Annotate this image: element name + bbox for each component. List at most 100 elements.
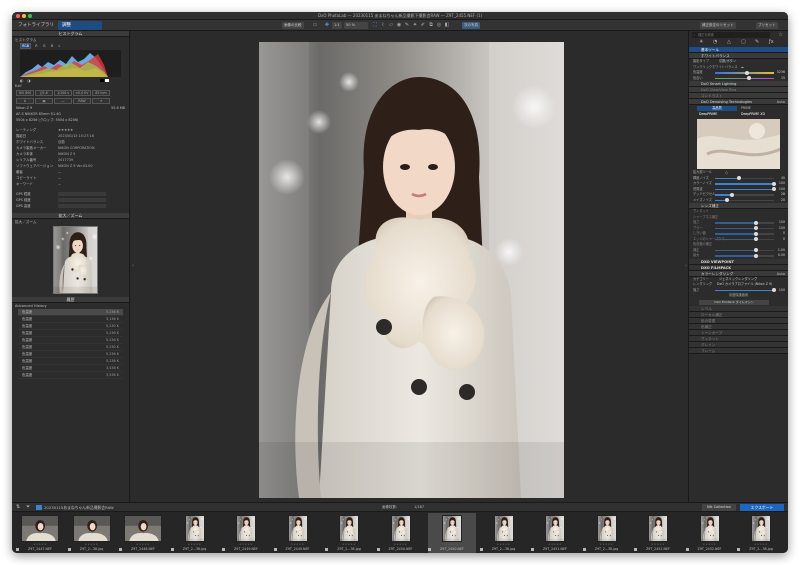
filmstrip-thumbnail[interactable]: ★★★★★ Z9T_2...38.jpg [582, 513, 631, 553]
filmstrip-thumbnail[interactable]: ★★★★★ Z9T_2450.NEF [376, 513, 425, 553]
tab-photo-library[interactable]: フォトライブラリ [14, 21, 58, 30]
filmstrip-thumbnail[interactable]: ★★★★★ Z9T_2...38.jpg [67, 513, 116, 553]
denoise-prime-button[interactable]: PRIME [741, 106, 751, 110]
preset-button[interactable]: プリセット [756, 22, 778, 29]
gps-field[interactable] [58, 198, 106, 202]
gps-field[interactable] [58, 204, 106, 208]
rating-stars[interactable]: ★★★★★ [274, 543, 322, 546]
filter-funnel-icon[interactable]: ⏷ [26, 504, 30, 510]
rating-stars[interactable]: ★★★★★ [171, 543, 219, 546]
before-after-button[interactable]: 次の写真 [462, 22, 480, 29]
rating-stars[interactable]: ★★★★★ [583, 543, 631, 546]
tool-header[interactable]: フレーム [689, 347, 788, 354]
history-item[interactable]: 色温度 5,230 K [18, 344, 123, 351]
filter-icon[interactable]: ⧉ [428, 22, 434, 29]
redeye-icon[interactable]: ◉ [396, 22, 402, 29]
slider-knob[interactable] [772, 181, 776, 186]
metadata-value[interactable]: — [58, 181, 61, 187]
history-item[interactable]: 色温度 5,236 K [18, 358, 123, 365]
rating-stars[interactable]: ★★★★★ [222, 543, 270, 546]
collapse-left-icon[interactable]: ‹ [132, 263, 134, 269]
rating-stars[interactable]: ★★★★★ [480, 543, 528, 546]
slider-knob[interactable] [736, 176, 741, 180]
filmstrip-thumbnail[interactable]: ★★★★★ Z9T_2447.NEF [16, 513, 64, 553]
filmstrip-thumbnail[interactable]: ★★★★★ Z9T_2448.NEF [119, 513, 167, 553]
channel-b[interactable]: B [51, 44, 53, 48]
export-button[interactable]: エクスポート [740, 504, 784, 511]
tool-search-input[interactable]: ⌕ 補正を検索 [692, 32, 770, 38]
filmstrip-thumbnail[interactable]: ★★★★★ Z9T_2...38.jpg [325, 513, 373, 553]
favorite-star-icon[interactable]: ☆ [779, 32, 783, 38]
filmstrip-thumbnail[interactable]: ★★★★★ Z9T_2...38.jpg [737, 513, 785, 553]
palette-light-icon[interactable]: ☀ [699, 39, 703, 45]
filmstrip-thumbnail[interactable]: ★★★★★ Z9T_2450.NEF [428, 513, 476, 553]
filmstrip-thumbnail[interactable]: ★★★★★ Z9T_2452.NEF [685, 513, 734, 553]
channel-g[interactable]: G [43, 44, 46, 48]
tab-customize[interactable]: 調整 [58, 21, 102, 30]
brush-icon[interactable]: ✐ [420, 22, 426, 29]
channel-rgb[interactable]: RGB [20, 43, 31, 49]
rating-stars[interactable]: ★★★★★ [16, 543, 64, 546]
eye-icon[interactable]: ◎ [436, 22, 442, 29]
rating-stars[interactable]: ★★★★★ [119, 543, 167, 546]
history-panel-header[interactable]: 履歴 [12, 297, 129, 303]
collapse-right-icon[interactable]: › [685, 263, 687, 269]
perspective-icon[interactable]: ▱ [388, 22, 394, 29]
repair-icon[interactable]: ✎ [404, 22, 410, 29]
image-viewer[interactable]: ‹ › [131, 31, 688, 502]
rating-stars[interactable]: ★★★★★ [531, 543, 579, 546]
rating-stars[interactable]: ★★★★★ [634, 543, 682, 546]
move-icon[interactable]: ✥ [324, 22, 330, 29]
history-item[interactable]: 色温度 3,136 K [18, 316, 123, 323]
main-photo[interactable] [259, 42, 564, 498]
filmstrip-thumbnail[interactable]: ★★★★★ Z9T_2449.NEF [222, 513, 270, 553]
rating-stars[interactable]: ★★★★★ [325, 543, 373, 546]
filmstrip-thumbnail[interactable]: ★★★★★ Z9T_2449.NEF [273, 513, 322, 553]
history-item[interactable]: 色温度 3,536 K [18, 365, 123, 372]
palette-fx-icon[interactable]: ƒx [769, 39, 774, 45]
slider-knob[interactable] [772, 187, 776, 191]
deepprime-xd-option[interactable]: DeepPRIME XD [741, 112, 765, 116]
rating-stars[interactable]: ★★★★★ [428, 543, 476, 546]
palette-color-icon[interactable]: ◔ [713, 39, 717, 45]
layout-icon[interactable]: ▭ [312, 22, 318, 29]
horizon-icon[interactable]: ⌇ [380, 22, 386, 29]
history-item[interactable]: 色温度 3,536 K [18, 372, 123, 379]
highlight-clip-icon[interactable]: ◑ [27, 78, 31, 83]
rating-stars[interactable]: ★★★★★ [68, 543, 116, 546]
filmstrip-thumbnail[interactable]: ★★★★★ Z9T_2...38.jpg [479, 513, 528, 553]
zoom-select[interactable]: 50 % [344, 22, 368, 29]
timemachine-button[interactable]: DxO FilmPack タイムマシン [699, 299, 769, 305]
rating-stars[interactable]: ★★★★★ [737, 543, 785, 546]
filmstrip-thumbnail[interactable]: ★★★★★ Z9T_2452.NEF [634, 513, 682, 553]
loupe-panel-header[interactable]: 拡大／ズーム [12, 213, 129, 219]
reset-button[interactable]: 補正設定のリセット [700, 22, 736, 29]
channel-l[interactable]: L [58, 44, 60, 48]
history-item[interactable]: 色温度 5,236 K [18, 337, 123, 344]
history-item[interactable]: 色温度 5,236 K [18, 309, 123, 316]
deepprime-option[interactable]: DeepPRIME [699, 112, 717, 116]
split-icon[interactable]: ◧ [444, 22, 450, 29]
histogram-panel-header[interactable]: ヒストグラム [12, 31, 129, 37]
compare-button[interactable]: 画像の比較 [282, 22, 304, 29]
denoise-hq-button[interactable]: 高品質 [697, 106, 737, 111]
sort-icon[interactable]: ⇅ [16, 504, 20, 510]
rating-stars[interactable]: ★★★★★ [377, 543, 425, 546]
local-adjust-icon[interactable]: ✦ [412, 22, 418, 29]
gps-field[interactable] [58, 192, 106, 196]
nik-collection-button[interactable]: Nik Collection [702, 504, 736, 511]
denoise-preview[interactable] [697, 119, 780, 169]
history-item[interactable]: 色温度 5,230 K [18, 323, 123, 330]
history-item[interactable]: 色温度 5,236 K [18, 351, 123, 358]
zoom-1-1-button[interactable]: 1:1 [332, 22, 342, 29]
rating-stars[interactable]: ★★★★★ [686, 543, 734, 546]
filmstrip-thumbnail[interactable]: ★★★★★ Z9T_2451.NEF [531, 513, 579, 553]
palette-detail-icon[interactable]: △ [727, 39, 731, 45]
slider-knob[interactable] [729, 192, 734, 197]
palette-local-icon[interactable]: ✎ [755, 39, 759, 45]
loupe-preview[interactable] [12, 225, 129, 297]
palette-geometry-icon[interactable]: ▢ [741, 39, 746, 45]
filmstrip-thumbnail[interactable]: ★★★★★ Z9T_2...38.jpg [170, 513, 219, 553]
history-item[interactable]: 色温度 5,236 K [18, 330, 123, 337]
channel-r[interactable]: R [35, 44, 37, 48]
